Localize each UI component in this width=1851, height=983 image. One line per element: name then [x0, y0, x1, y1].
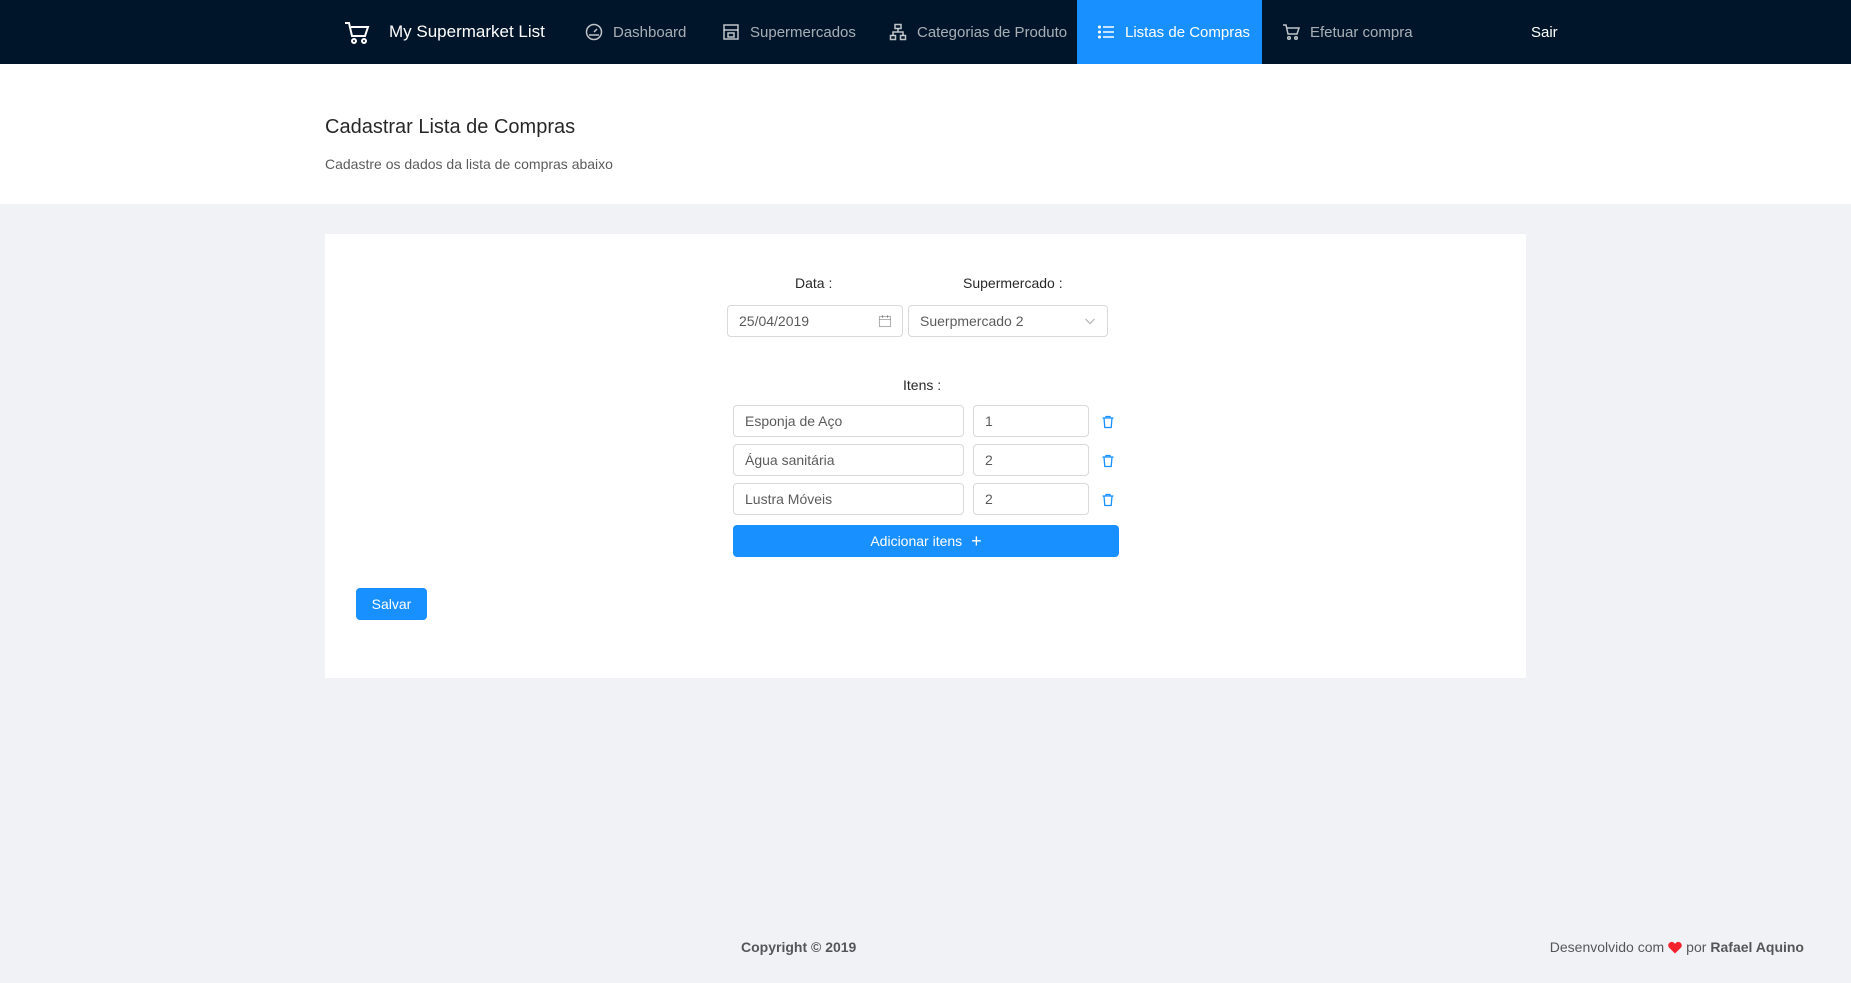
logout-link[interactable]: Sair [1531, 0, 1558, 64]
nav-label: Listas de Compras [1125, 23, 1251, 41]
item-quantity-value: 2 [985, 491, 993, 507]
item-quantity-input[interactable]: 1 [973, 405, 1089, 437]
nav-item-dashboard[interactable]: Dashboard [585, 0, 686, 64]
items-label: Itens : [903, 377, 942, 393]
supermarket-label: Supermercado : [963, 275, 1063, 291]
item-name-value: Esponja de Aço [745, 413, 843, 429]
copyright-text: Copyright © 2019 [741, 939, 857, 955]
calendar-icon [878, 314, 892, 328]
item-name-input[interactable]: Lustra Móveis [733, 483, 964, 515]
item-name-input[interactable]: Esponja de Aço [733, 405, 964, 437]
credit-prefix: Desenvolvido com [1549, 939, 1665, 955]
credit-mid: por [1686, 939, 1707, 955]
date-picker[interactable]: 25/04/2019 [727, 305, 903, 337]
date-label: Data : [795, 275, 833, 291]
cluster-icon [889, 23, 907, 41]
page-subtitle: Cadastre os dados da lista de compras ab… [325, 156, 613, 172]
supermarket-value: Suerpmercado 2 [920, 313, 1024, 329]
supermarket-select[interactable]: Suerpmercado 2 [908, 305, 1108, 337]
add-items-label: Adicionar itens [870, 533, 963, 549]
nav-label: Supermercados [750, 23, 856, 41]
page-title: Cadastrar Lista de Compras [325, 116, 576, 138]
date-value: 25/04/2019 [739, 313, 810, 329]
nav-item-categorias[interactable]: Categorias de Produto [889, 0, 1067, 64]
heart-icon [1668, 941, 1682, 954]
shop-icon [722, 23, 740, 41]
item-name-value: Água sanitária [745, 452, 835, 468]
nav-item-efetuar-compra[interactable]: Efetuar compra [1282, 0, 1413, 64]
item-quantity-value: 2 [985, 452, 993, 468]
cart-icon [1282, 23, 1300, 41]
shopping-cart-icon [343, 18, 371, 46]
delete-icon[interactable] [1101, 454, 1115, 468]
nav-label: Dashboard [613, 23, 687, 41]
credit-author: Rafael Aquino [1710, 939, 1804, 955]
form-card: Data : Supermercado : 25/04/2019 Suerpme… [325, 234, 1526, 678]
delete-icon[interactable] [1101, 415, 1115, 429]
top-navbar: My Supermarket List Dashboard Supermerca… [0, 0, 1851, 64]
chevron-down-icon [1083, 314, 1097, 328]
item-quantity-value: 1 [985, 413, 993, 429]
credit-text: Desenvolvido com por Rafael Aquino [1550, 939, 1804, 955]
nav-item-supermercados[interactable]: Supermercados [722, 0, 856, 64]
item-name-value: Lustra Móveis [745, 491, 833, 507]
plus-icon: + [971, 531, 982, 551]
unordered-list-icon [1097, 23, 1115, 41]
dashboard-icon [585, 23, 603, 41]
page-header: Cadastrar Lista de Compras Cadastre os d… [0, 64, 1851, 204]
delete-icon[interactable] [1101, 493, 1115, 507]
nav-label: Categorias de Produto [917, 23, 1068, 41]
item-quantity-input[interactable]: 2 [973, 444, 1089, 476]
item-quantity-input[interactable]: 2 [973, 483, 1089, 515]
item-name-input[interactable]: Água sanitária [733, 444, 964, 476]
nav-item-listas-de-compras[interactable]: Listas de Compras [1077, 0, 1262, 64]
add-items-button[interactable]: Adicionar itens + [733, 525, 1119, 557]
save-button[interactable]: Salvar [356, 588, 427, 620]
app-logo[interactable]: My Supermarket List [343, 0, 545, 64]
app-title: My Supermarket List [389, 22, 545, 41]
nav-label: Efetuar compra [1310, 23, 1413, 41]
